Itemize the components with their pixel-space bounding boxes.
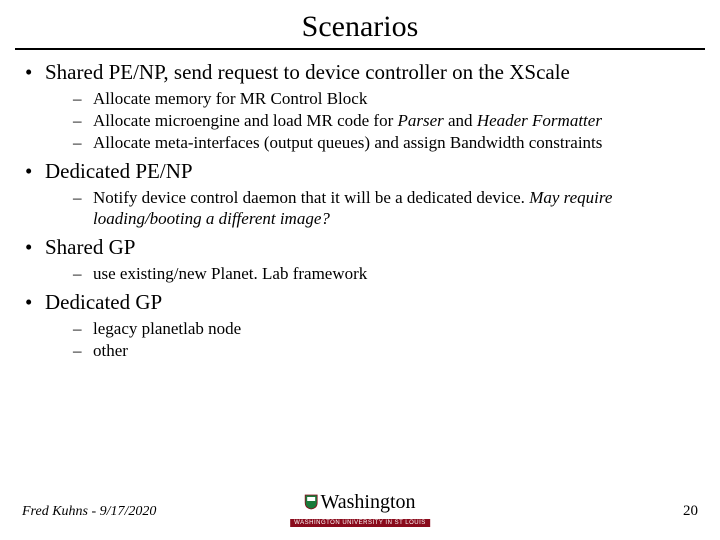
bullet-item: Shared PE/NP, send request to device con… xyxy=(25,60,705,153)
footer-banner: WASHINGTON UNIVERSITY IN ST LOUIS xyxy=(290,519,430,527)
sub-bullet-item: use existing/new Planet. Lab framework xyxy=(73,263,705,284)
bullet-text: Shared PE/NP, send request to device con… xyxy=(25,60,705,86)
sub-bullet-list: Allocate memory for MR Control BlockAllo… xyxy=(25,88,705,154)
sub-bullet-item: legacy planetlab node xyxy=(73,318,705,339)
bullet-item: Dedicated GPlegacy planetlab nodeother xyxy=(25,290,705,361)
footer-author-date: Fred Kuhns - 9/17/2020 xyxy=(22,504,156,520)
sub-bullet-list: use existing/new Planet. Lab framework xyxy=(25,263,705,284)
footer-logo: Washington WASHINGTON UNIVERSITY IN ST L… xyxy=(290,492,430,528)
slide-footer: Fred Kuhns - 9/17/2020 Washington WASHIN… xyxy=(0,496,720,530)
footer-page-number: 20 xyxy=(683,503,698,520)
sub-bullet-item: Allocate microengine and load MR code fo… xyxy=(73,110,705,131)
title-divider xyxy=(15,48,705,50)
slide-title: Scenarios xyxy=(15,10,705,44)
bullet-item: Dedicated PE/NPNotify device control dae… xyxy=(25,159,705,229)
sub-bullet-item: other xyxy=(73,340,705,361)
sub-bullet-item: Allocate memory for MR Control Block xyxy=(73,88,705,109)
sub-bullet-item: Allocate meta-interfaces (output queues)… xyxy=(73,132,705,153)
shield-icon xyxy=(304,494,318,510)
bullet-item: Shared GPuse existing/new Planet. Lab fr… xyxy=(25,235,705,284)
sub-bullet-item: Notify device control daemon that it wil… xyxy=(73,187,705,230)
sub-bullet-list: legacy planetlab nodeother xyxy=(25,318,705,362)
bullet-text: Shared GP xyxy=(25,235,705,261)
slide-content: Shared PE/NP, send request to device con… xyxy=(15,60,705,361)
bullet-list: Shared PE/NP, send request to device con… xyxy=(15,60,705,361)
bullet-text: Dedicated PE/NP xyxy=(25,159,705,185)
sub-bullet-list: Notify device control daemon that it wil… xyxy=(25,187,705,230)
footer-university-name: Washington xyxy=(320,491,415,513)
bullet-text: Dedicated GP xyxy=(25,290,705,316)
